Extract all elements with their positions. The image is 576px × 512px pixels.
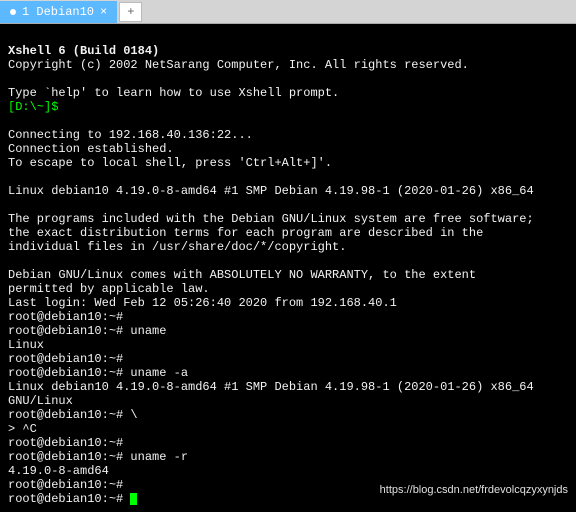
copyright-line: Copyright (c) 2002 NetSarang Computer, I… [8, 58, 469, 72]
shell-prompt: root@debian10:~# [8, 450, 123, 464]
shell-prompt: root@debian10:~# [8, 478, 123, 492]
established-line: Connection established. [8, 142, 174, 156]
shell-prompt: root@debian10:~# [8, 366, 123, 380]
app-title: Xshell 6 (Build 0184) [8, 44, 159, 58]
output-uname: Linux [8, 338, 44, 352]
new-tab-button[interactable]: + [119, 2, 142, 22]
continuation-backslash: \ [130, 408, 137, 422]
last-login-line: Last login: Wed Feb 12 05:26:40 2020 fro… [8, 296, 397, 310]
connecting-line: Connecting to 192.168.40.136:22... [8, 128, 253, 142]
help-hint: Type `help' to learn how to use Xshell p… [8, 86, 339, 100]
tab-debian10[interactable]: 1 Debian10 × [0, 1, 117, 23]
shell-prompt: root@debian10:~# [8, 492, 123, 506]
tab-bar: 1 Debian10 × + [0, 0, 576, 24]
continuation-prompt: > ^C [8, 422, 37, 436]
motd-line-1: The programs included with the Debian GN… [8, 212, 534, 226]
shell-prompt: root@debian10:~# [8, 324, 123, 338]
output-uname-r: 4.19.0-8-amd64 [8, 464, 109, 478]
warranty-line-1: Debian GNU/Linux comes with ABSOLUTELY N… [8, 268, 476, 282]
cmd-uname-r: uname -r [130, 450, 188, 464]
shell-prompt: root@debian10:~# [8, 310, 123, 324]
kernel-line: Linux debian10 4.19.0-8-amd64 #1 SMP Deb… [8, 184, 534, 198]
close-icon[interactable]: × [100, 5, 107, 19]
output-uname-a: Linux debian10 4.19.0-8-amd64 #1 SMP Deb… [8, 380, 541, 408]
shell-prompt: root@debian10:~# [8, 408, 123, 422]
cursor-icon [130, 493, 137, 505]
plus-icon: + [127, 5, 134, 19]
tab-label: 1 Debian10 [22, 5, 94, 19]
cmd-uname: uname [130, 324, 166, 338]
terminal-output[interactable]: Xshell 6 (Build 0184) Copyright (c) 2002… [0, 24, 576, 512]
watermark-text: https://blog.csdn.net/frdevolcqzyxynjds [380, 484, 568, 496]
shell-prompt: root@debian10:~# [8, 436, 123, 450]
motd-line-2: the exact distribution terms for each pr… [8, 226, 483, 240]
motd-line-3: individual files in /usr/share/doc/*/cop… [8, 240, 346, 254]
shell-prompt: root@debian10:~# [8, 352, 123, 366]
tab-indicator-icon [10, 9, 16, 15]
warranty-line-2: permitted by applicable law. [8, 282, 210, 296]
cmd-uname-a: uname -a [130, 366, 188, 380]
escape-hint: To escape to local shell, press 'Ctrl+Al… [8, 156, 332, 170]
local-prompt: [D:\~]$ [8, 100, 58, 114]
